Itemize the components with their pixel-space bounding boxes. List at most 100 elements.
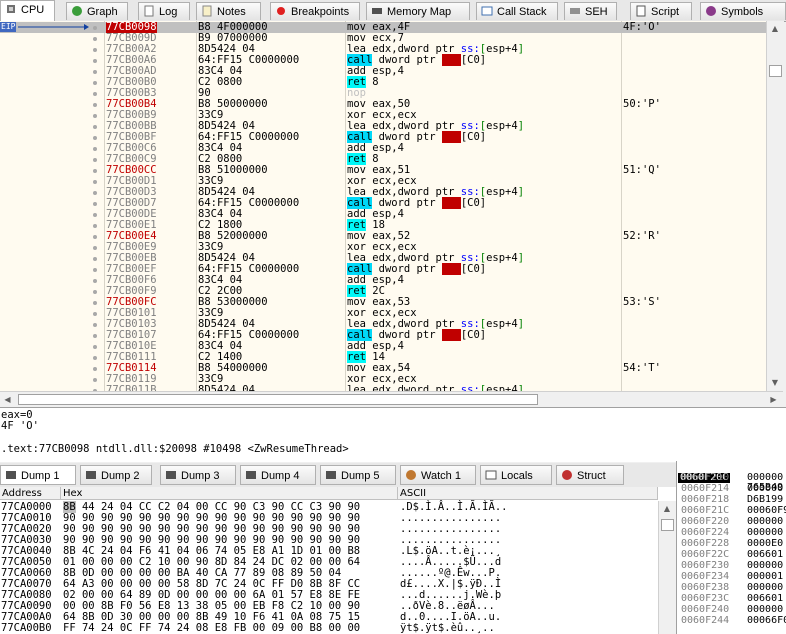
dump-icon (246, 471, 256, 479)
breakpoint-dot-icon[interactable] (93, 356, 97, 360)
breakpoint-dot-icon[interactable] (93, 345, 97, 349)
stack-row[interactable]: 0060F240 000000 (677, 605, 786, 615)
breakpoint-dot-icon[interactable] (93, 257, 97, 261)
disassembly-horizontal-scrollbar[interactable]: ◀ ▶ (0, 391, 783, 407)
dump-row[interactable]: 77CA00B0 FF 74 24 0C FF 74 24 08 E8 FB 00… (0, 623, 658, 634)
breakpoint-dot-icon[interactable] (93, 378, 97, 382)
tab-memory-map[interactable]: Memory Map (366, 2, 470, 20)
stack-address: 0060F23C (681, 593, 730, 604)
breakpoint-dot-icon[interactable] (93, 147, 97, 151)
breakpoint-dot-icon[interactable] (93, 158, 97, 162)
breakpoint-dot-icon[interactable] (93, 213, 97, 217)
scroll-left-icon[interactable]: ◀ (0, 392, 15, 407)
dump-icon (326, 471, 336, 479)
dump-address: 77CA00B0 (1, 622, 52, 634)
stack-value: 000000 (747, 527, 784, 538)
breakpoint-dot-icon[interactable] (93, 114, 97, 118)
stack-row[interactable]: 0060F228 0000E0 (677, 539, 786, 549)
breakpoint-dot-icon[interactable] (93, 202, 97, 206)
stack-address: 0060F244 (681, 615, 730, 626)
breakpoint-dot-icon[interactable] (93, 169, 97, 173)
tab-call-stack[interactable]: Call Stack (476, 2, 558, 20)
breakpoint-dot-icon[interactable] (93, 367, 97, 371)
tab-breakpoints[interactable]: Breakpoints (270, 2, 360, 20)
tab-cpu[interactable]: CPU (0, 0, 55, 21)
breakpoint-dot-icon[interactable] (93, 334, 97, 338)
stack-row[interactable]: 0060F214 000000 (677, 484, 786, 494)
breakpoint-dot-icon[interactable] (93, 136, 97, 140)
stack-view[interactable]: 0060F20C 765B49 0060F210 000000 0060F214 00… (676, 461, 786, 634)
tab-dump-3[interactable]: Dump 3 (160, 465, 236, 485)
tab-dump-1[interactable]: Dump 1 (0, 465, 76, 485)
tab-notes[interactable]: Notes (196, 2, 261, 20)
breakpoint-dot-icon[interactable] (93, 290, 97, 294)
breakpoint-dot-icon[interactable] (93, 26, 97, 30)
breakpoint-dot-icon[interactable] (93, 92, 97, 96)
tab-struct[interactable]: Struct (556, 465, 624, 485)
stack-row[interactable]: 0060F244 00066F0 (677, 616, 786, 626)
dump-vertical-scrollbar[interactable]: ▲ (658, 501, 676, 634)
scroll-up-icon[interactable]: ▲ (659, 501, 675, 517)
stack-value: D6B199 (747, 494, 784, 505)
stack-row[interactable]: 0060F23C 006601 (677, 594, 786, 604)
tab-seh[interactable]: SEH (564, 2, 617, 20)
scroll-thumb[interactable] (661, 519, 674, 531)
dump-hex-header: Hex (61, 487, 398, 500)
breakpoint-dot-icon[interactable] (93, 37, 97, 41)
breakpoint-dot-icon[interactable] (93, 48, 97, 52)
stack-row[interactable]: 0060F21C 00060F9 (677, 506, 786, 516)
tab-log[interactable]: Log (138, 2, 190, 20)
stack-row[interactable]: 0060F230 000000 (677, 561, 786, 571)
breakpoint-dot-icon[interactable] (93, 180, 97, 184)
stack-row[interactable]: 0060F218 D6B199 (677, 495, 786, 505)
scroll-right-icon[interactable]: ▶ (766, 392, 781, 407)
tab-symbols[interactable]: Symbols (700, 2, 786, 20)
tab-dump-5[interactable]: Dump 5 (320, 465, 396, 485)
disassembly-vertical-scrollbar[interactable]: ▲ ▼ (766, 21, 784, 391)
tab-graph[interactable]: Graph (66, 2, 128, 20)
breakpoint-dot-icon[interactable] (93, 235, 97, 239)
disasm-comment: 50:'P' (623, 98, 661, 110)
dump-ascii: ÿt$.ÿt$.èû..¸.. (400, 622, 495, 634)
breakpoint-dot-icon[interactable] (93, 191, 97, 195)
info-line: .text:77CB0098 ntdll.dll:$20098 #10498 <… (1, 443, 349, 455)
stack-address: 0060F230 (681, 560, 730, 571)
tab-watch-1[interactable]: Watch 1 (400, 465, 476, 485)
scroll-up-icon[interactable]: ▲ (767, 21, 783, 37)
stack-row[interactable]: 0060F224 000000 (677, 528, 786, 538)
breakpoint-dot-icon[interactable] (93, 59, 97, 63)
memory-map-icon (372, 8, 382, 14)
breakpoint-dot-icon[interactable] (93, 246, 97, 250)
dump-hex: FF 74 24 0C FF 74 24 08 E8 FB 00 09 00 B… (63, 622, 361, 634)
scroll-down-icon[interactable]: ▼ (767, 375, 783, 391)
breakpoint-dot-icon[interactable] (93, 312, 97, 316)
breakpoint-dot-icon[interactable] (93, 125, 97, 129)
dump-icon (166, 471, 176, 479)
stack-row[interactable]: 0060F220 000000 (677, 517, 786, 527)
stack-row[interactable]: 0060F22C 006601 (677, 550, 786, 560)
stack-value: 006601 (747, 593, 784, 604)
info-line: 4F 'O' (1, 420, 39, 432)
disassembly-view[interactable]: 77CB0098 B8 4F000000 mov eax,4F 4F:'O' 77CB0… (0, 21, 766, 391)
tab-dump-4[interactable]: Dump 4 (240, 465, 316, 485)
breakpoint-dot-icon[interactable] (93, 301, 97, 305)
breakpoint-dot-icon[interactable] (93, 81, 97, 85)
stack-row[interactable]: 0060F210 000000 (677, 473, 786, 483)
scroll-thumb[interactable] (769, 65, 782, 77)
tab-locals[interactable]: Locals (480, 465, 552, 485)
breakpoint-dot-icon[interactable] (93, 103, 97, 107)
breakpoint-dot-icon[interactable] (93, 279, 97, 283)
breakpoint-dot-icon[interactable] (93, 268, 97, 272)
breakpoint-icon (277, 7, 285, 15)
stack-row[interactable]: 0060F234 000001 (677, 572, 786, 582)
stack-address: 0060F238 (681, 582, 730, 593)
dump-view[interactable]: Address Hex ASCII 77CA0000 8B 44 24 04 CC… (0, 487, 676, 634)
stack-row[interactable]: 0060F238 000000 (677, 583, 786, 593)
breakpoint-dot-icon[interactable] (93, 70, 97, 74)
tab-script[interactable]: Script (630, 2, 692, 20)
tab-dump-2[interactable]: Dump 2 (80, 465, 152, 485)
graph-icon (72, 6, 82, 16)
breakpoint-dot-icon[interactable] (93, 323, 97, 327)
breakpoint-dot-icon[interactable] (93, 224, 97, 228)
horizontal-scroll-thumb[interactable] (18, 394, 538, 405)
